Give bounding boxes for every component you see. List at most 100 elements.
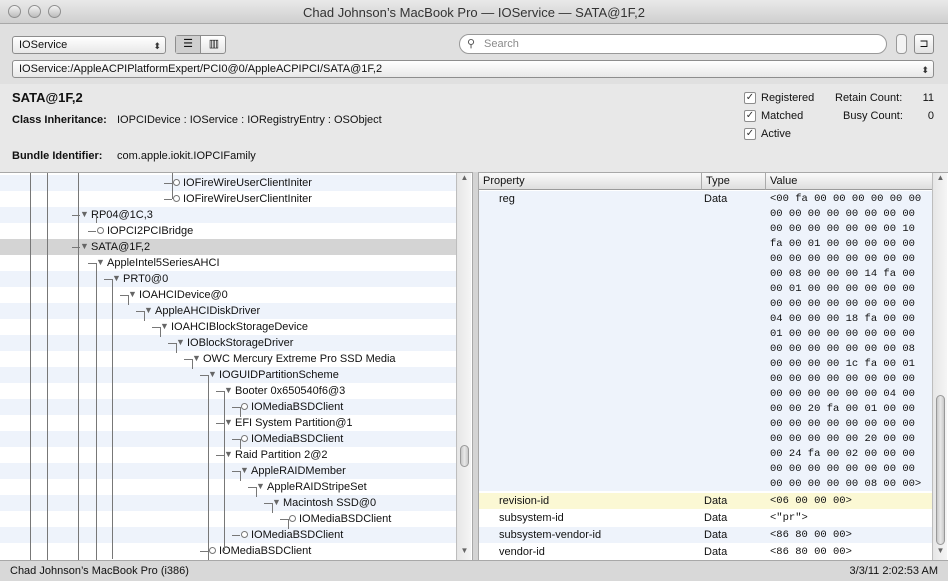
- tree-row[interactable]: ▼ RP04@1C,3: [0, 207, 456, 223]
- title-bar: Chad Johnson’s MacBook Pro — IOService —…: [0, 0, 948, 24]
- tree-row-label: RP04@1C,3: [91, 209, 153, 221]
- disclosure-triangle-icon[interactable]: ▼: [208, 369, 217, 379]
- scroll-down-icon[interactable]: ▼: [457, 546, 472, 559]
- disclosure-triangle-icon[interactable]: ▼: [128, 289, 137, 299]
- tree-guide-line: [208, 375, 209, 560]
- tree-row[interactable]: ▼ IOGUIDPartitionScheme: [0, 367, 456, 383]
- path-select[interactable]: IOService:/AppleACPIPlatformExpert/PCI0@…: [12, 60, 934, 78]
- disclosure-triangle-icon[interactable]: ▼: [80, 241, 89, 251]
- tree-row[interactable]: ▼ PRT0@0: [0, 271, 456, 287]
- disclosure-triangle-icon[interactable]: ▼: [256, 481, 265, 491]
- tree-guide-line: [288, 519, 289, 529]
- registry-tree[interactable]: IOFireWireUserClientIniter IOFireWireUser…: [0, 172, 472, 560]
- registered-label: Registered: [761, 92, 815, 104]
- tree-row[interactable]: ▼ EFI System Partition@1: [0, 415, 456, 431]
- tree-row[interactable]: ▼ Macintosh SSD@0: [0, 495, 456, 511]
- column-header-property[interactable]: Property: [479, 173, 701, 190]
- property-value-line: 00 00 00 00 00 20 00 00: [770, 433, 915, 445]
- disclosure-triangle-icon[interactable]: ▼: [224, 449, 233, 459]
- tree-row[interactable]: IOMediaBSDClient: [0, 527, 456, 543]
- plane-select[interactable]: IOService ⬍: [12, 36, 166, 54]
- matched-checkbox[interactable]: ✓: [744, 110, 756, 122]
- leaf-node-icon: [241, 403, 248, 410]
- scroll-up-icon[interactable]: ▲: [457, 173, 472, 186]
- disclosure-triangle-icon[interactable]: ▼: [96, 257, 105, 267]
- scroll-down-icon[interactable]: ▼: [933, 546, 948, 559]
- property-scrollbar[interactable]: ▲ ▼: [932, 173, 947, 560]
- tree-row[interactable]: ▼ OWC Mercury Extreme Pro SSD Media: [0, 351, 456, 367]
- registered-checkbox[interactable]: ✓: [744, 92, 756, 104]
- disclosure-triangle-icon[interactable]: ▼: [176, 337, 185, 347]
- tree-row[interactable]: ▼ Raid Partition 2@2: [0, 447, 456, 463]
- tree-row[interactable]: IOMediaBSDClient: [0, 511, 456, 527]
- list-view-icon[interactable]: ☰: [176, 36, 201, 53]
- tree-row[interactable]: IOPCI2PCIBridge: [0, 223, 456, 239]
- search-options-stepper[interactable]: [896, 34, 907, 54]
- active-checkbox[interactable]: ✓: [744, 128, 756, 140]
- table-row[interactable]: subsystem-id Data <"pr">: [479, 510, 932, 526]
- disclosure-triangle-icon[interactable]: ▼: [224, 385, 233, 395]
- tree-connector: [164, 199, 172, 200]
- table-row[interactable]: vendor-id Data <86 80 00 00>: [479, 544, 932, 560]
- disclosure-triangle-icon[interactable]: ▼: [192, 353, 201, 363]
- tree-guide-line: [160, 327, 161, 337]
- tree-connector: [152, 327, 160, 328]
- tree-guide-line: [256, 487, 257, 497]
- tree-guide-line: [78, 173, 79, 560]
- column-view-icon[interactable]: ▥: [202, 36, 226, 53]
- tree-scroll-thumb[interactable]: [460, 445, 469, 467]
- table-row[interactable]: revision-id Data <06 00 00 00>: [479, 493, 932, 509]
- disclosure-triangle-icon[interactable]: ▼: [224, 417, 233, 427]
- inspector-toggle-icon[interactable]: ⊐: [914, 34, 934, 54]
- tree-row[interactable]: IOFireWireUserClientIniter: [0, 175, 456, 191]
- property-table[interactable]: Property Type Value reg Data <00 fa 00 00 …: [479, 172, 948, 560]
- tree-connector: [248, 487, 256, 488]
- scroll-up-icon[interactable]: ▲: [933, 173, 948, 186]
- tree-scrollbar[interactable]: ▲ ▼: [456, 173, 471, 560]
- tree-row[interactable]: ▼ IOAHCIBlockStorageDevice: [0, 319, 456, 335]
- tree-row-label: IOAHCIBlockStorageDevice: [171, 321, 308, 333]
- leaf-node-icon: [173, 195, 180, 202]
- property-value-line: 04 00 00 00 18 fa 00 00: [770, 313, 915, 325]
- tree-connector: [104, 279, 112, 280]
- tree-row[interactable]: ▼ IOBlockStorageDriver: [0, 335, 456, 351]
- search-field[interactable]: ⚲ Search: [459, 34, 887, 54]
- tree-row[interactable]: IOMediaBSDClient: [0, 399, 456, 415]
- property-scroll-thumb[interactable]: [936, 395, 945, 545]
- disclosure-triangle-icon[interactable]: ▼: [112, 273, 121, 283]
- tree-row[interactable]: ▼ IOAHCIDevice@0: [0, 287, 456, 303]
- disclosure-triangle-icon[interactable]: ▼: [240, 465, 249, 475]
- tree-row[interactable]: ▼ AppleAHCIDiskDriver: [0, 303, 456, 319]
- status-timestamp: 3/3/11 2:02:53 AM: [849, 565, 938, 577]
- table-row[interactable]: subsystem-vendor-id Data <86 80 00 00>: [479, 527, 932, 543]
- tree-guide-line: [128, 295, 129, 305]
- tree-row[interactable]: ▼ AppleRAIDStripeSet: [0, 479, 456, 495]
- column-header-value[interactable]: Value: [765, 173, 934, 190]
- retain-count-label: Retain Count:: [835, 92, 903, 104]
- property-value-line: 00 00 00 00 00 00 00 00: [770, 418, 915, 430]
- property-type: Data: [704, 512, 728, 524]
- disclosure-triangle-icon[interactable]: ▼: [160, 321, 169, 331]
- tree-row[interactable]: IOMediaBSDClient: [0, 543, 456, 559]
- tree-connector: [232, 471, 240, 472]
- split-divider[interactable]: [472, 172, 479, 560]
- disclosure-triangle-icon[interactable]: ▼: [80, 209, 89, 219]
- tree-row[interactable]: ▼ SATA@1F,2: [0, 239, 456, 255]
- search-icon: ⚲: [467, 38, 476, 50]
- tree-row-label: PRT0@0: [123, 273, 169, 285]
- tree-row[interactable]: IOFireWireUserClientIniter: [0, 191, 456, 207]
- tree-row-label: AppleIntel5SeriesAHCI: [107, 257, 220, 269]
- disclosure-triangle-icon[interactable]: ▼: [272, 497, 281, 507]
- tree-row[interactable]: ▼ AppleIntel5SeriesAHCI: [0, 255, 456, 271]
- tree-connector: [168, 343, 176, 344]
- tree-guide-line: [112, 279, 113, 559]
- column-header-type[interactable]: Type: [701, 173, 765, 190]
- tree-row[interactable]: IOMediaBSDClient: [0, 431, 456, 447]
- tree-row[interactable]: ▼ AppleRAIDMember: [0, 463, 456, 479]
- search-placeholder: Search: [484, 38, 519, 50]
- property-value-line: 00 00 00 00 00 00 00 00: [770, 208, 915, 220]
- disclosure-triangle-icon[interactable]: ▼: [144, 305, 153, 315]
- view-mode-segmented-control[interactable]: ☰ ▥: [175, 35, 226, 54]
- tree-row[interactable]: ▼ Booter 0x650540f6@3: [0, 383, 456, 399]
- table-row[interactable]: reg Data <00 fa 00 00 00 00 00 00 00 00 00 …: [479, 191, 932, 491]
